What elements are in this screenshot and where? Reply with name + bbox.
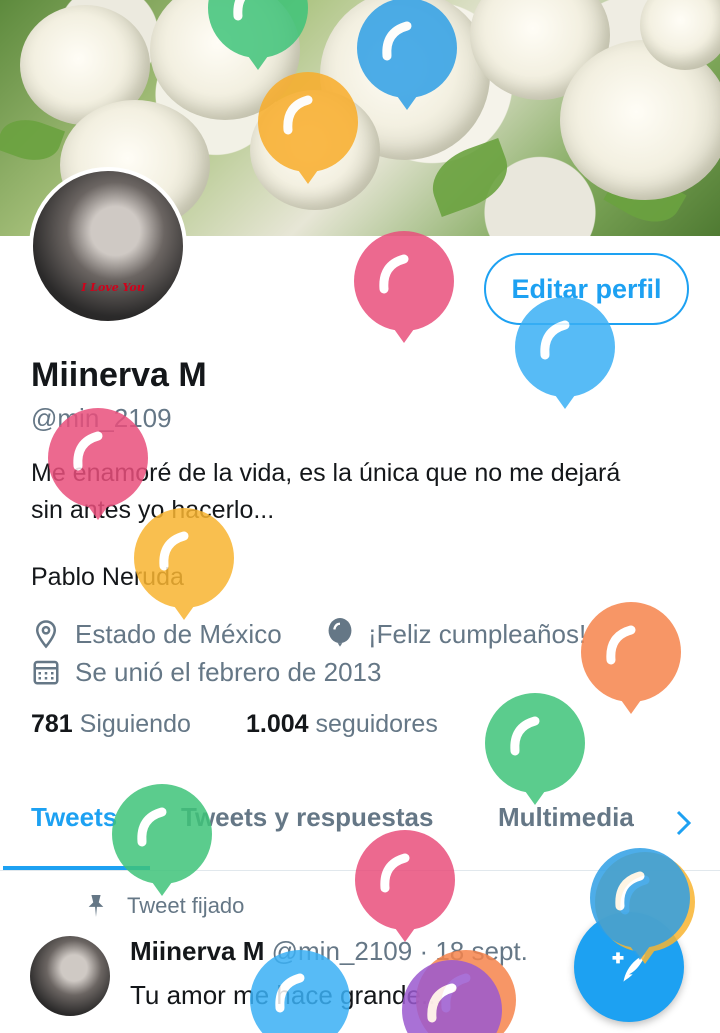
following-label: Siguiendo	[79, 710, 191, 738]
tweet-author-name[interactable]: Miinerva M	[130, 936, 264, 966]
balloon-icon	[354, 231, 454, 343]
calendar-icon	[33, 660, 59, 685]
following-count: 781	[31, 710, 73, 738]
profile-handle: @min_2109	[31, 403, 172, 433]
profile-joined: Se unió el febrero de 2013	[31, 656, 381, 688]
location-pin-icon	[35, 620, 57, 649]
tweet-author-handle: @min_2109	[271, 936, 413, 966]
compose-tweet-icon	[612, 952, 646, 982]
tab-tweets-replies[interactable]: Tweets y respuestas	[181, 802, 433, 833]
joined-text: Se unió el febrero de 2013	[75, 656, 382, 687]
profile-location: Estado de México	[31, 618, 282, 650]
followers-label: seguidores	[315, 710, 438, 738]
active-tab-indicator	[3, 866, 150, 870]
profile-screen: I Love You Editar perfil Miinerva M @min…	[0, 0, 720, 1033]
profile-bio: Me enamoré de la vida, es la única que n…	[31, 455, 701, 529]
profile-birthday: ¡Feliz cumpleaños!	[326, 618, 586, 650]
chevron-right-icon[interactable]	[672, 808, 696, 838]
pinned-tweet-label: Tweet fijado	[85, 893, 244, 919]
following-link[interactable]: 781 Siguiendo	[31, 710, 191, 739]
birthday-text: ¡Feliz cumpleaños!	[368, 618, 587, 649]
profile-name: Miinerva M	[31, 356, 207, 394]
tweet-author-avatar[interactable]	[30, 936, 110, 1016]
balloon-icon	[328, 618, 352, 647]
followers-count: 1.004	[246, 710, 309, 738]
tab-tweets[interactable]: Tweets	[31, 802, 117, 833]
bio-line-1: Me enamoré de la vida, es la única que n…	[31, 459, 621, 487]
pinned-text: Tweet fijado	[127, 893, 245, 918]
tweet-header: Miinerva M @min_2109 · 18 sept.	[130, 936, 528, 967]
compose-tweet-button[interactable]	[574, 912, 684, 1022]
bio-line-2: sin antes yo hacerlo...	[31, 496, 275, 524]
profile-avatar[interactable]: I Love You	[29, 167, 187, 325]
avatar-caption: I Love You	[81, 281, 145, 294]
followers-link[interactable]: 1.004 seguidores	[246, 710, 438, 739]
profile-tabs: Tweets Tweets y respuestas Multimedia	[0, 790, 720, 871]
tweet-date[interactable]: 18 sept.	[435, 936, 528, 966]
pin-icon	[88, 895, 104, 917]
bio-signature: Pablo Neruda	[31, 563, 184, 591]
tweet-text: Tu amor me hace grande...	[130, 980, 443, 1010]
balloon-icon	[581, 602, 681, 714]
location-text: Estado de México	[75, 618, 282, 649]
tweet-separator: ·	[419, 936, 429, 966]
tab-media[interactable]: Multimedia	[498, 802, 634, 833]
edit-profile-button[interactable]: Editar perfil	[484, 253, 689, 325]
